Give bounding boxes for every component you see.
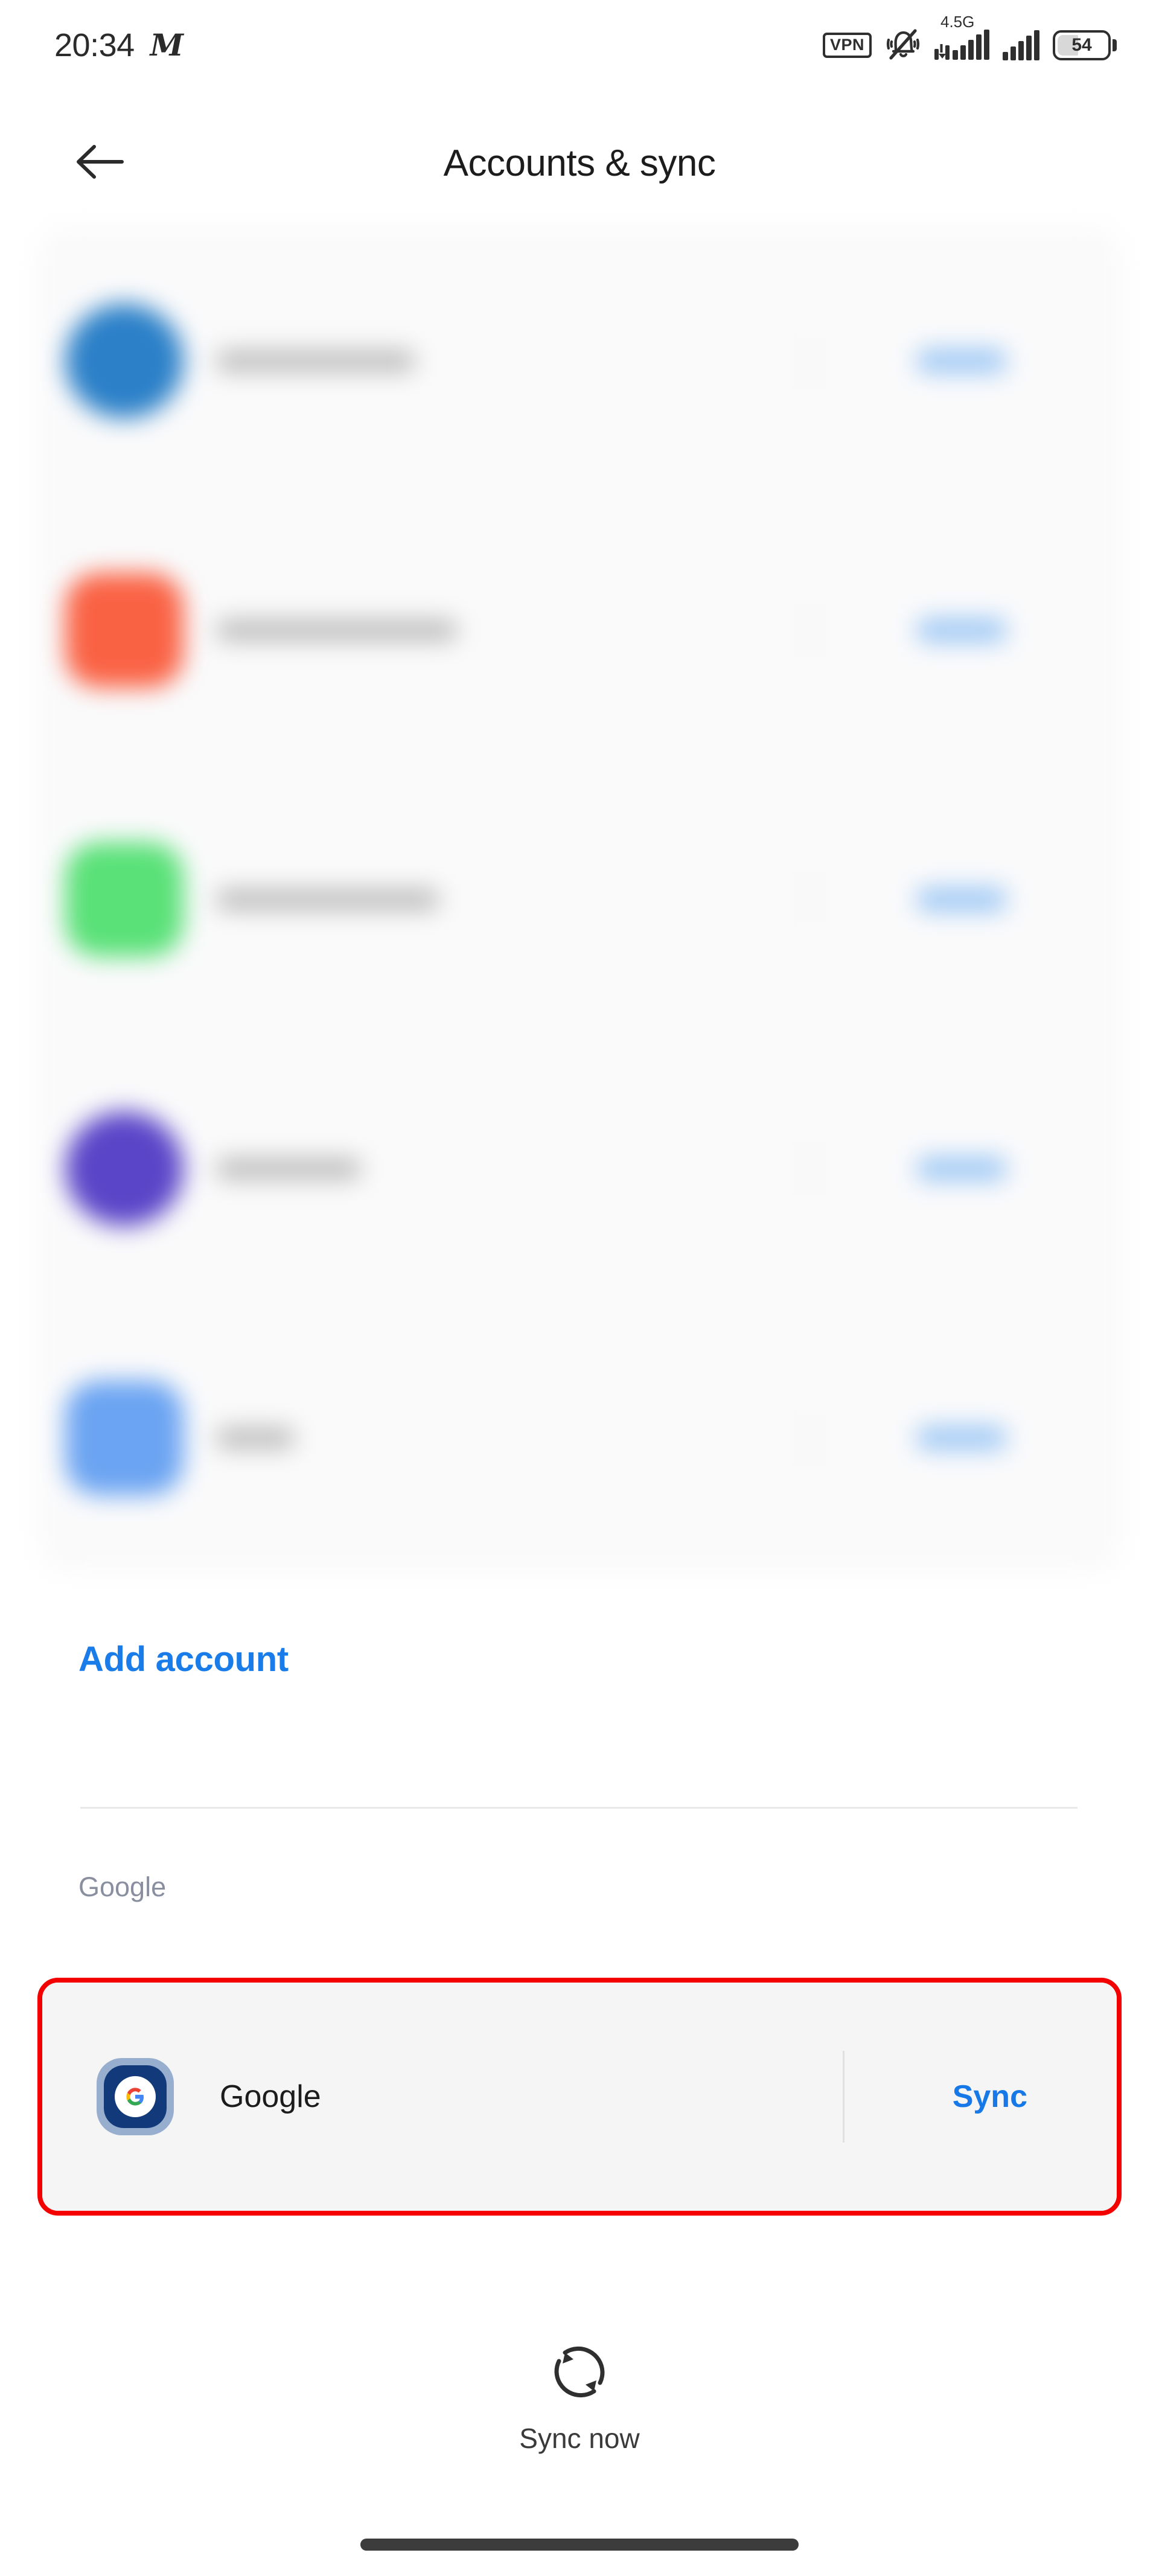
account-icon (65, 842, 184, 957)
google-g-icon (97, 2058, 174, 2135)
row-divider (809, 872, 811, 927)
table-row[interactable] (37, 496, 1122, 765)
silent-bell-icon (885, 28, 921, 62)
page-title: Accounts & sync (443, 142, 716, 184)
account-sync-action[interactable] (916, 618, 1007, 642)
signal-bars-secondary-icon (1003, 30, 1039, 60)
row-divider (809, 602, 811, 658)
app-header: Accounts & sync (0, 121, 1159, 205)
phone-screen: 20:34 M VPN 4.5G 54 Accounts & sync Add … (0, 0, 1159, 2576)
account-icon (65, 1111, 184, 1226)
network-type-label: 4.5G (940, 13, 975, 31)
table-row[interactable] (37, 1303, 1122, 1573)
battery-level-label: 54 (1071, 35, 1092, 55)
table-row[interactable] (37, 765, 1122, 1034)
accounts-list-redacted[interactable] (37, 226, 1122, 1573)
account-name-redacted (216, 889, 439, 910)
google-sync-button[interactable]: Sync (953, 2079, 1027, 2115)
signal-bars-icon: 4.5G (934, 13, 989, 60)
row-divider (809, 333, 811, 389)
account-sync-action[interactable] (916, 887, 1007, 912)
battery-icon: 54 (1053, 30, 1117, 60)
status-bar-left: 20:34 M (54, 27, 184, 64)
account-name-redacted (216, 1428, 295, 1448)
status-bar: 20:34 M VPN 4.5G 54 (0, 0, 1159, 91)
sync-now-label: Sync now (519, 2423, 640, 2454)
account-name-redacted (216, 351, 415, 371)
account-name-redacted (216, 620, 458, 641)
row-divider (809, 1141, 811, 1197)
back-arrow-icon (74, 141, 126, 186)
add-account-button[interactable]: Add account (78, 1639, 289, 1680)
account-sync-action[interactable] (916, 1157, 1007, 1181)
section-divider (80, 1807, 1078, 1809)
account-sync-action[interactable] (916, 349, 1007, 373)
account-icon (65, 304, 184, 418)
table-row[interactable] (37, 1034, 1122, 1303)
back-button[interactable] (72, 136, 127, 190)
account-icon (65, 573, 184, 688)
home-indicator[interactable] (360, 2539, 799, 2551)
google-account-name: Google (220, 2079, 321, 2114)
google-account-card[interactable]: Google Sync (42, 1983, 1117, 2211)
google-section-label: Google (78, 1871, 167, 1902)
sync-now-button[interactable]: Sync now (0, 2339, 1159, 2455)
highlight-annotation: Google Sync (37, 1978, 1122, 2216)
table-row[interactable] (37, 226, 1122, 496)
brand-glyph-icon: M (150, 27, 184, 63)
card-divider (843, 2051, 845, 2143)
row-divider (809, 1410, 811, 1466)
status-clock: 20:34 (54, 27, 135, 63)
sync-refresh-icon (547, 2339, 612, 2408)
account-sync-action[interactable] (916, 1426, 1007, 1450)
account-icon (65, 1381, 184, 1495)
vpn-badge-icon: VPN (822, 33, 872, 58)
account-name-redacted (216, 1159, 361, 1179)
status-bar-right: VPN 4.5G 54 (822, 13, 1117, 62)
